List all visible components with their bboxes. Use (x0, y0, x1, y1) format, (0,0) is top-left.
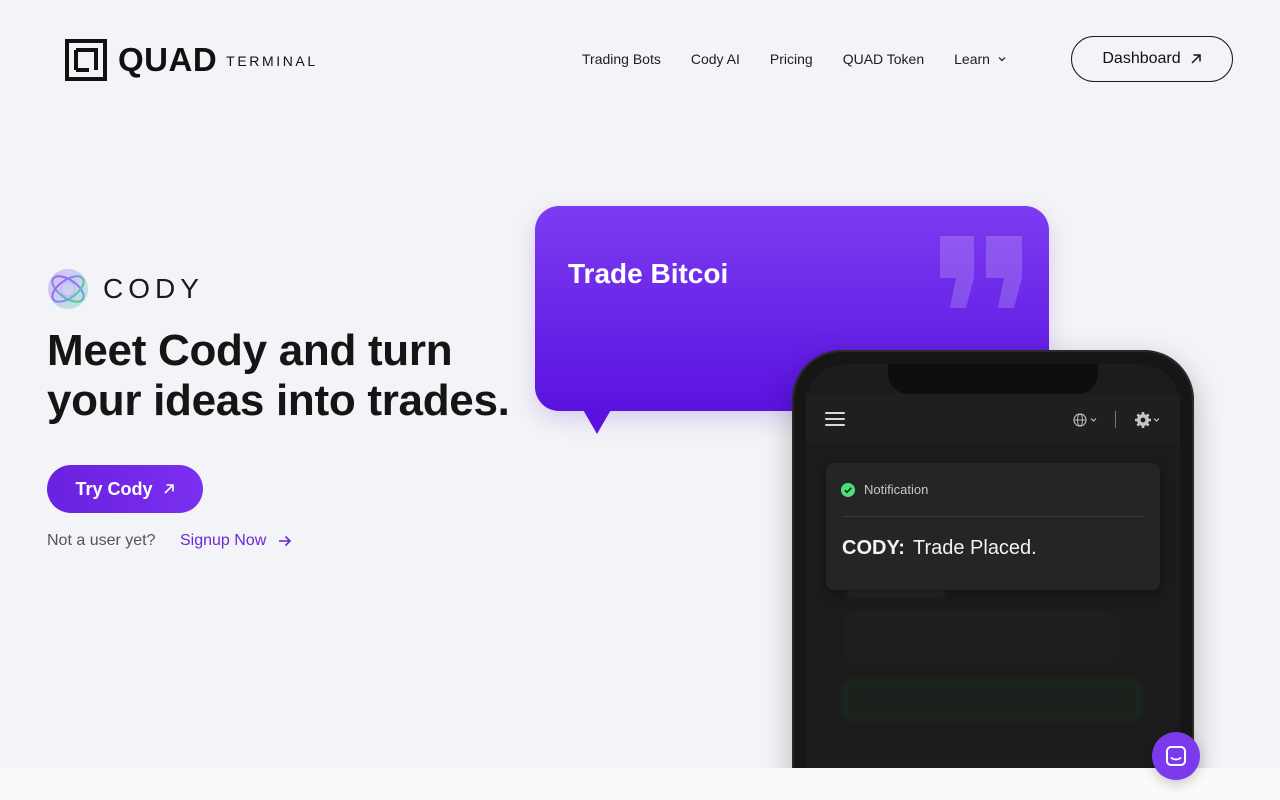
phone-app-bar (806, 394, 1180, 442)
main-nav: Trading Bots Cody AI Pricing QUAD Token … (582, 48, 1008, 70)
try-cody-label: Try Cody (75, 478, 153, 499)
dashboard-button[interactable]: Dashboard (1071, 36, 1233, 82)
nav-learn[interactable]: Learn (954, 51, 1008, 67)
not-user-text: Not a user yet? (47, 532, 156, 549)
quote-icon (940, 236, 1022, 308)
chat-icon (1166, 746, 1186, 766)
logo-word: QUAD (118, 41, 218, 78)
nav-quad-token[interactable]: QUAD Token (843, 51, 924, 67)
toolbar-separator (1115, 411, 1116, 428)
nav-learn-label: Learn (954, 51, 990, 67)
menu-icon[interactable] (825, 412, 845, 428)
notification-header: Notification (841, 482, 928, 497)
signup-label: Signup Now (180, 532, 267, 549)
notification-title: Notification (864, 482, 929, 497)
footer-strip (0, 768, 1280, 800)
gear-icon[interactable] (1134, 411, 1162, 429)
phone-notch (888, 364, 1098, 394)
check-circle-icon (841, 482, 855, 497)
site-header: QUAD TERMINAL Trading Bots Cody AI Prici… (0, 0, 1280, 118)
chat-launcher-button[interactable] (1152, 732, 1200, 780)
quad-logo-icon (65, 39, 107, 81)
hero-title-line-1: Meet Cody and turn (47, 326, 453, 375)
arrow-up-right-icon (1191, 54, 1201, 64)
notification-divider (842, 516, 1144, 517)
hero-title: Meet Cody and turn your ideas into trade… (47, 326, 567, 426)
globe-icon[interactable] (1072, 412, 1100, 428)
nav-pricing[interactable]: Pricing (770, 51, 813, 67)
speech-bubble-text: Trade Bitcoi (568, 258, 729, 289)
arrow-up-right-icon (163, 484, 174, 494)
chevron-down-icon (998, 57, 1006, 62)
logo-subtitle: TERMINAL (226, 53, 318, 69)
signup-link[interactable]: Signup Now (180, 532, 292, 550)
notification-text: Trade Placed. (912, 537, 1037, 559)
quad-terminal-logo[interactable]: QUAD TERMINAL (65, 38, 318, 82)
notification-sender: CODY: (842, 537, 905, 559)
cody-orb-icon (48, 269, 88, 309)
nav-trading-bots[interactable]: Trading Bots (582, 51, 661, 67)
dashboard-label: Dashboard (1102, 50, 1181, 67)
speech-bubble-tail (582, 408, 612, 434)
arrow-right-icon (279, 535, 292, 547)
nav-cody-ai[interactable]: Cody AI (691, 51, 740, 67)
cody-brand: CODY (47, 268, 204, 310)
hero-title-line-2: your ideas into trades. (47, 376, 510, 425)
cody-wordmark: CODY (103, 273, 204, 304)
blurred-content (826, 585, 1160, 765)
notification-message: CODY: Trade Placed. (842, 537, 1037, 560)
try-cody-button[interactable]: Try Cody (47, 465, 203, 513)
